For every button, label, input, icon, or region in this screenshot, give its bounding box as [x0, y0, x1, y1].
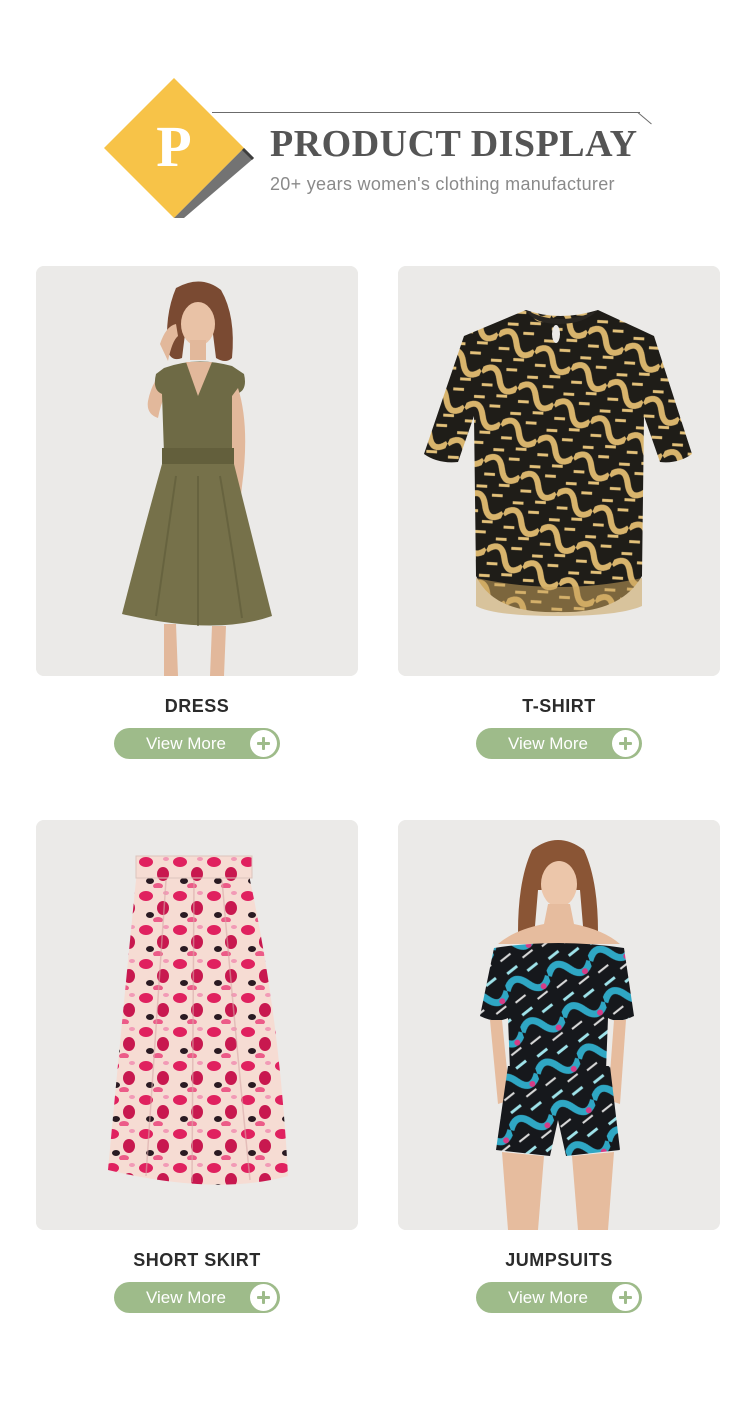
product-card-dress: DRESS View More: [36, 266, 358, 759]
product-image-dress[interactable]: [36, 266, 358, 676]
page-title: PRODUCT DISPLAY: [270, 123, 638, 165]
view-more-label: View More: [146, 1288, 226, 1307]
view-more-button-jumpsuits[interactable]: View More: [476, 1282, 642, 1313]
header-divider-tail: [637, 112, 652, 125]
product-label-jumpsuits: JUMPSUITS: [505, 1250, 613, 1270]
view-more-button-dress[interactable]: View More: [114, 728, 280, 759]
product-image-tshirt[interactable]: [398, 266, 720, 676]
view-more-label: View More: [508, 1288, 588, 1307]
product-label-skirt: SHORT SKIRT: [133, 1250, 261, 1270]
view-more-button-skirt[interactable]: View More: [114, 1282, 280, 1313]
product-label-dress: DRESS: [164, 696, 230, 716]
plus-icon: [250, 1284, 277, 1311]
olive-wrap-dress-photo-icon: [36, 266, 358, 676]
pink-floral-skirt-photo-icon: [36, 820, 358, 1230]
view-more-label: View More: [146, 734, 226, 753]
plus-icon: [250, 730, 277, 757]
leaf-print-tshirt-photo-icon: [398, 266, 720, 676]
logo-badge: P: [104, 78, 254, 218]
view-more-button-tshirt[interactable]: View More: [476, 728, 642, 759]
view-more-label: View More: [508, 734, 588, 753]
logo-letter: P: [156, 113, 192, 179]
section-header: P PRODUCT DISPLAY 20+ years women's clot…: [0, 0, 750, 240]
product-card-skirt: SHORT SKIRT View More: [36, 820, 358, 1313]
product-image-jumpsuits[interactable]: [398, 820, 720, 1230]
product-label-tshirt: T-SHIRT: [522, 696, 596, 716]
tropical-print-jumpsuit-photo-icon: [398, 820, 720, 1230]
page-subtitle: 20+ years women's clothing manufacturer: [270, 174, 615, 194]
plus-icon: [612, 1284, 639, 1311]
header-divider-line: [212, 112, 640, 113]
product-card-tshirt: T-SHIRT View More: [398, 266, 720, 759]
plus-icon: [612, 730, 639, 757]
product-image-skirt[interactable]: [36, 820, 358, 1230]
product-card-jumpsuits: JUMPSUITS View More: [398, 820, 720, 1313]
